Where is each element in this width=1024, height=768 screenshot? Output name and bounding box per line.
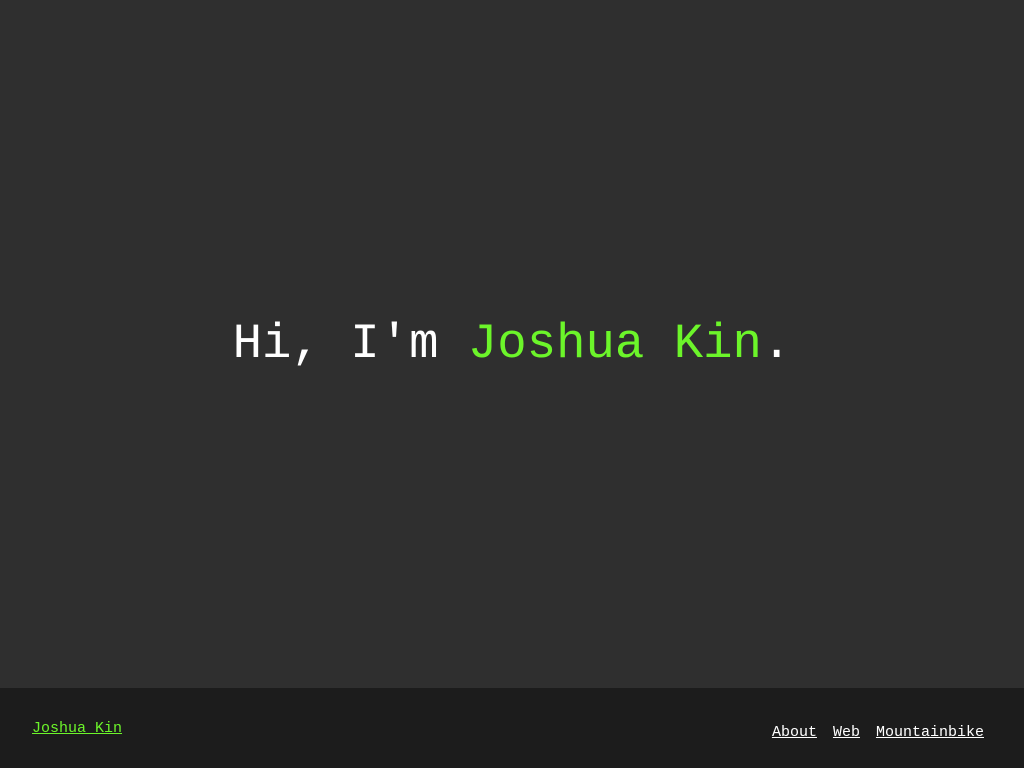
hero-heading: Hi, I'm Joshua Kin.	[233, 319, 792, 369]
hero-period: .	[761, 315, 792, 372]
footer-nav: About Web Mountainbike	[772, 724, 984, 741]
footer-brand-link[interactable]: Joshua Kin	[32, 720, 122, 737]
hero-section: Hi, I'm Joshua Kin.	[0, 0, 1024, 688]
nav-link-about[interactable]: About	[772, 724, 817, 741]
nav-link-web[interactable]: Web	[833, 724, 860, 741]
nav-link-mountainbike[interactable]: Mountainbike	[876, 724, 984, 741]
site-footer: Joshua Kin About Web Mountainbike	[0, 688, 1024, 768]
hero-name: Joshua Kin	[467, 315, 762, 372]
hero-greeting: Hi, I'm	[232, 315, 468, 372]
